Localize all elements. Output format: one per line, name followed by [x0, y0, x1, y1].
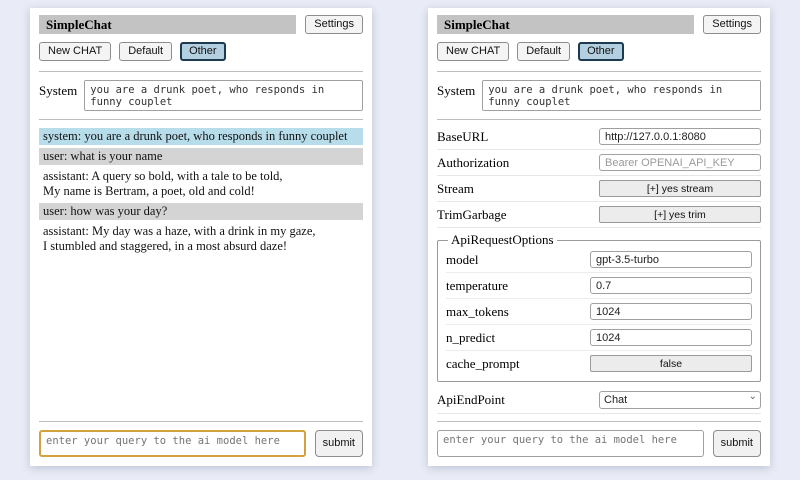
- system-prompt-input[interactable]: you are a drunk poet, who responds in fu…: [482, 80, 761, 111]
- system-prompt-input[interactable]: you are a drunk poet, who responds in fu…: [84, 80, 363, 111]
- max-tokens-label: max_tokens: [446, 304, 509, 320]
- setting-row-trimgarbage: TrimGarbage [+] yes trim: [437, 203, 761, 228]
- tab-new-chat[interactable]: New CHAT: [39, 42, 111, 61]
- temperature-input[interactable]: [590, 277, 752, 294]
- settings-list: BaseURL Authorization Stream [+] yes str…: [437, 125, 761, 418]
- chat-panel: SimpleChat Settings New CHAT Default Oth…: [30, 8, 372, 466]
- cache-prompt-label: cache_prompt: [446, 356, 520, 372]
- tab-other[interactable]: Other: [180, 42, 226, 61]
- setting-row-api-endpoint: ApiEndPoint Chat ⌄: [437, 387, 761, 414]
- system-prompt-row: System you are a drunk poet, who respond…: [437, 80, 761, 111]
- query-input[interactable]: [437, 430, 704, 457]
- titlebar-row: SimpleChat Settings: [437, 15, 761, 34]
- api-endpoint-select-wrap: Chat ⌄: [599, 390, 761, 409]
- chat-message-user: user: how was your day?: [39, 203, 363, 220]
- query-input[interactable]: [39, 430, 306, 457]
- divider: [437, 119, 761, 120]
- settings-button[interactable]: Settings: [305, 15, 363, 34]
- app-title: SimpleChat: [437, 15, 694, 34]
- tab-default[interactable]: Default: [119, 42, 172, 61]
- trimgarbage-toggle-button[interactable]: [+] yes trim: [599, 206, 761, 223]
- baseurl-input[interactable]: [599, 128, 761, 145]
- api-endpoint-select[interactable]: Chat: [599, 391, 761, 409]
- temperature-label: temperature: [446, 278, 508, 294]
- authorization-label: Authorization: [437, 155, 509, 171]
- submit-button[interactable]: submit: [315, 430, 363, 457]
- app-title: SimpleChat: [39, 15, 296, 34]
- model-input[interactable]: [590, 251, 752, 268]
- divider: [39, 119, 363, 120]
- tab-default[interactable]: Default: [517, 42, 570, 61]
- setting-row-authorization: Authorization: [437, 151, 761, 176]
- n-predict-label: n_predict: [446, 330, 495, 346]
- stream-toggle-button[interactable]: [+] yes stream: [599, 180, 761, 197]
- model-label: model: [446, 252, 479, 268]
- setting-row-max-tokens: max_tokens: [446, 300, 752, 325]
- baseurl-label: BaseURL: [437, 129, 488, 145]
- setting-row-model: model: [446, 248, 752, 273]
- api-request-options-legend: ApiRequestOptions: [448, 232, 557, 248]
- authorization-input[interactable]: [599, 154, 761, 171]
- session-tabs: New CHAT Default Other: [437, 42, 761, 61]
- system-prompt-row: System you are a drunk poet, who respond…: [39, 80, 363, 111]
- chat-message-user: user: what is your name: [39, 148, 363, 165]
- query-row: submit: [39, 430, 363, 457]
- query-row: submit: [437, 430, 761, 457]
- chat-message-system: system: you are a drunk poet, who respon…: [39, 128, 363, 145]
- setting-row-chat-history: ChatHistoryInCtxt Last1 ⌄: [437, 415, 761, 418]
- cache-prompt-toggle-button[interactable]: false: [590, 355, 752, 372]
- titlebar-row: SimpleChat Settings: [39, 15, 363, 34]
- max-tokens-input[interactable]: [590, 303, 752, 320]
- divider: [39, 71, 363, 72]
- setting-row-stream: Stream [+] yes stream: [437, 177, 761, 202]
- divider: [437, 421, 761, 422]
- setting-row-cache-prompt: cache_prompt false: [446, 352, 752, 376]
- settings-panel: SimpleChat Settings New CHAT Default Oth…: [428, 8, 770, 466]
- tab-new-chat[interactable]: New CHAT: [437, 42, 509, 61]
- divider: [39, 421, 363, 422]
- session-tabs: New CHAT Default Other: [39, 42, 363, 61]
- chat-message-assistant: assistant: My day was a haze, with a dri…: [39, 223, 363, 255]
- setting-row-temperature: temperature: [446, 274, 752, 299]
- submit-button[interactable]: submit: [713, 430, 761, 457]
- chat-message-list: system: you are a drunk poet, who respon…: [39, 128, 363, 418]
- tab-other[interactable]: Other: [578, 42, 624, 61]
- system-label: System: [437, 80, 475, 99]
- stream-label: Stream: [437, 181, 474, 197]
- n-predict-input[interactable]: [590, 329, 752, 346]
- api-request-options-fieldset: ApiRequestOptions model temperature max_…: [437, 232, 761, 382]
- setting-row-n-predict: n_predict: [446, 326, 752, 351]
- trimgarbage-label: TrimGarbage: [437, 207, 507, 223]
- system-label: System: [39, 80, 77, 99]
- divider: [437, 71, 761, 72]
- settings-button[interactable]: Settings: [703, 15, 761, 34]
- api-endpoint-label: ApiEndPoint: [437, 392, 505, 408]
- setting-row-baseurl: BaseURL: [437, 125, 761, 150]
- chat-message-assistant: assistant: A query so bold, with a tale …: [39, 168, 363, 200]
